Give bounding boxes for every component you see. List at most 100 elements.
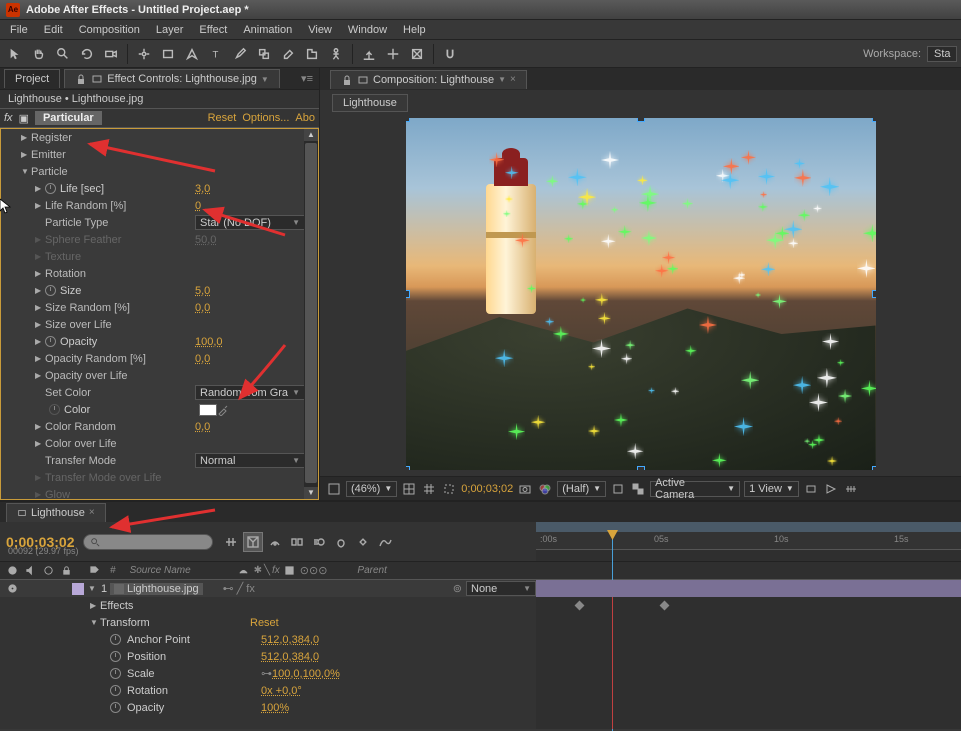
view-axis-icon[interactable] [406, 43, 428, 65]
position-value[interactable]: 512,0,384,0 [261, 651, 319, 663]
menu-window[interactable]: Window [340, 22, 395, 38]
handle-icon[interactable] [872, 290, 876, 298]
life-value[interactable]: 3,0 [195, 183, 210, 195]
handle-icon[interactable] [872, 118, 876, 122]
alpha-icon[interactable] [326, 481, 342, 497]
current-time[interactable]: 0;00;03;02 [461, 483, 513, 495]
effects-group[interactable]: Effects [100, 600, 133, 612]
handle-icon[interactable] [406, 118, 410, 122]
stopwatch-icon[interactable] [45, 285, 56, 296]
time-ruler[interactable]: :00s 05s 10s 15s [536, 532, 961, 550]
reset-link[interactable]: Reset [208, 112, 237, 124]
motion-blur-icon[interactable] [309, 532, 329, 552]
stopwatch-icon[interactable] [110, 668, 121, 679]
size-random-value[interactable]: 0,0 [195, 302, 210, 314]
parent-dropdown[interactable]: None▼ [466, 581, 536, 596]
transfer-mode-dropdown[interactable]: Normal▼ [195, 453, 305, 468]
twirl-icon[interactable]: ▶ [21, 133, 31, 142]
scrollbar[interactable]: ▲ ▼ [304, 129, 318, 499]
eraser-tool-icon[interactable] [277, 43, 299, 65]
channel-icon[interactable] [537, 481, 553, 497]
hide-shy-icon[interactable] [265, 532, 285, 552]
camera-dropdown[interactable]: Active Camera▼ [650, 481, 740, 497]
composition-viewer[interactable] [320, 112, 961, 476]
emitter-group[interactable]: Emitter [31, 149, 181, 161]
anchor-point-value[interactable]: 512,0,384,0 [261, 634, 319, 646]
stopwatch-icon[interactable] [110, 651, 121, 662]
transform-reset[interactable]: Reset [250, 617, 279, 629]
menu-file[interactable]: File [2, 22, 36, 38]
project-tab[interactable]: Project [4, 69, 60, 88]
stopwatch-icon[interactable] [110, 702, 121, 713]
visibility-toggle[interactable] [4, 581, 20, 597]
canvas[interactable] [406, 118, 876, 470]
keyframe-icon[interactable] [660, 601, 670, 611]
timeline-icon[interactable] [843, 481, 859, 497]
snap-icon[interactable] [439, 43, 461, 65]
local-axis-icon[interactable] [358, 43, 380, 65]
stopwatch-icon[interactable] [110, 685, 121, 696]
close-icon[interactable]: × [89, 507, 95, 518]
menu-edit[interactable]: Edit [36, 22, 71, 38]
brainstorm-icon[interactable] [331, 532, 351, 552]
transparency-icon[interactable] [630, 481, 646, 497]
resolution-dropdown[interactable]: (Half)▼ [557, 481, 606, 497]
scale-value[interactable]: 100,0,100,0% [272, 668, 340, 680]
options-link[interactable]: Options... [242, 112, 289, 124]
register-group[interactable]: Register [31, 132, 181, 144]
video-column-icon[interactable] [4, 563, 20, 579]
pen-tool-icon[interactable] [181, 43, 203, 65]
opacity-over-life-prop[interactable]: Opacity over Life [45, 370, 195, 382]
rectangle-tool-icon[interactable] [157, 43, 179, 65]
color-swatch[interactable] [199, 404, 217, 416]
scrollbar-thumb[interactable] [305, 143, 317, 483]
stopwatch-icon[interactable] [45, 336, 56, 347]
effect-controls-tab[interactable]: Effect Controls: Lighthouse.jpg ▼ [64, 69, 280, 88]
comp-flowchart-tab[interactable]: Lighthouse [332, 94, 408, 112]
menu-animation[interactable]: Animation [235, 22, 300, 38]
views-dropdown[interactable]: 1 View▼ [744, 481, 799, 497]
zoom-tool-icon[interactable] [52, 43, 74, 65]
handle-icon[interactable] [637, 118, 645, 122]
roi-icon[interactable] [610, 481, 626, 497]
snapshot-icon[interactable] [517, 481, 533, 497]
timeline-tracks[interactable] [536, 580, 961, 729]
rotation-value[interactable]: 0x +0,0° [261, 685, 302, 697]
work-area-bar[interactable] [536, 522, 961, 532]
mask-icon[interactable] [441, 481, 457, 497]
handle-icon[interactable] [637, 466, 645, 470]
camera-tool-icon[interactable] [100, 43, 122, 65]
close-icon[interactable]: × [510, 74, 516, 85]
workspace-dropdown[interactable]: Sta [927, 46, 957, 62]
color-over-life-prop[interactable]: Color over Life [45, 438, 195, 450]
effect-name[interactable]: Particular [35, 111, 102, 125]
set-color-dropdown[interactable]: Random from Gra▼ [195, 385, 305, 400]
stopwatch-icon[interactable] [110, 634, 121, 645]
opacity-value[interactable]: 100,0 [195, 336, 223, 348]
menu-help[interactable]: Help [395, 22, 434, 38]
world-axis-icon[interactable] [382, 43, 404, 65]
panel-menu-icon[interactable]: ▾≡ [295, 72, 319, 85]
stopwatch-icon[interactable] [45, 183, 56, 194]
layer-row[interactable]: ▼ 1 Lighthouse.jpg ⊷ ╱ fx ⊚ None▼ [0, 580, 536, 597]
solo-column-icon[interactable] [40, 563, 56, 579]
grid-icon[interactable] [421, 481, 437, 497]
size-value[interactable]: 5,0 [195, 285, 210, 297]
twirl-icon[interactable]: ▶ [21, 150, 31, 159]
auto-keyframe-icon[interactable] [353, 532, 373, 552]
graph-editor-icon[interactable] [375, 532, 395, 552]
roto-tool-icon[interactable] [301, 43, 323, 65]
lock-column-icon[interactable] [58, 563, 74, 579]
resolution-icon[interactable] [401, 481, 417, 497]
twirl-icon[interactable]: ▼ [21, 167, 31, 176]
pixel-aspect-icon[interactable] [803, 481, 819, 497]
puppet-tool-icon[interactable] [325, 43, 347, 65]
handle-icon[interactable] [406, 466, 410, 470]
switches-icon[interactable] [282, 563, 298, 579]
audio-column-icon[interactable] [22, 563, 38, 579]
menu-layer[interactable]: Layer [148, 22, 192, 38]
label-column-icon[interactable] [86, 563, 102, 579]
particle-group[interactable]: Particle [31, 166, 181, 178]
clone-tool-icon[interactable] [253, 43, 275, 65]
composition-tab[interactable]: Composition: Lighthouse ▼ × [330, 70, 527, 89]
